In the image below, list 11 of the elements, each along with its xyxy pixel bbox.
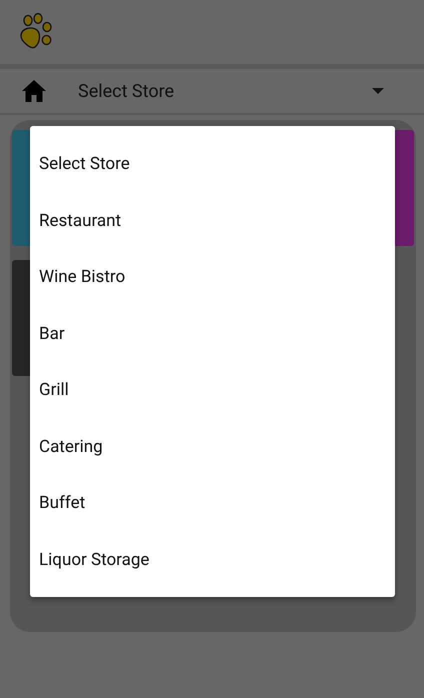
menu-option[interactable]: Restaurant <box>30 192 395 249</box>
menu-option[interactable]: Select Store <box>30 136 395 192</box>
store-tile[interactable] <box>393 130 414 246</box>
caret-icon <box>372 88 384 94</box>
menu-option[interactable]: Bar <box>30 306 395 362</box>
menu-option[interactable]: Wine Bistro <box>30 249 395 306</box>
home-icon[interactable] <box>22 80 46 102</box>
menu-option[interactable]: Catering <box>30 418 395 475</box>
menu-option[interactable]: Grill <box>30 362 395 418</box>
menu-option[interactable]: Buffet <box>30 475 395 532</box>
menu-option[interactable]: Liquor Storage <box>30 532 395 588</box>
